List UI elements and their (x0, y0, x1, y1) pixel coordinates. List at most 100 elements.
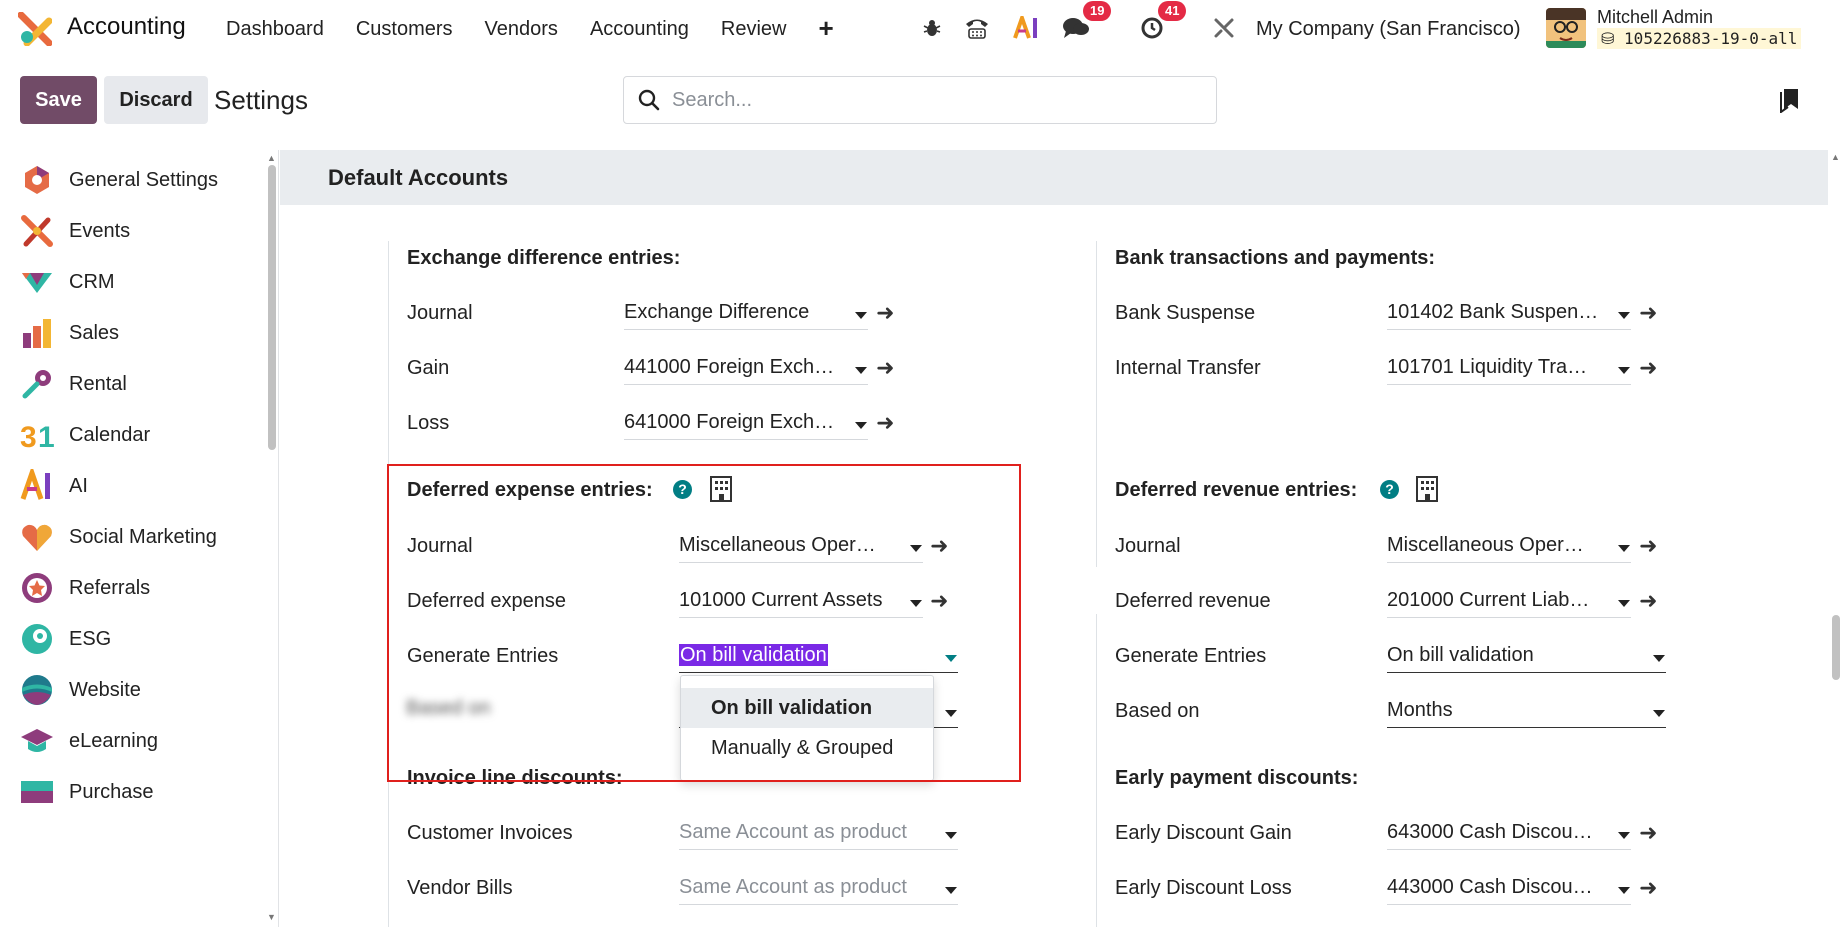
svg-text:3: 3 (20, 421, 37, 452)
user-name[interactable]: Mitchell Admin (1597, 7, 1713, 28)
sidebar-label: Events (69, 219, 131, 242)
deferred-revenue-group-title: Deferred revenue entries: (1115, 479, 1358, 501)
bank-suspense-dropdown-icon[interactable] (1618, 312, 1630, 319)
page-title: Settings (214, 85, 308, 115)
search-bar[interactable] (623, 76, 1217, 124)
ai-icon (20, 469, 50, 500)
deferred-revenue-journal-link-icon[interactable]: ➜ (1639, 533, 1657, 559)
internal-transfer-dropdown-icon[interactable] (1618, 367, 1630, 374)
sidebar-item-events[interactable]: Events (0, 211, 265, 251)
exchange-journal-dropdown-icon[interactable] (855, 312, 867, 319)
database-icon: ⛁ (1601, 29, 1625, 48)
deferred-revenue-journal-field[interactable]: Miscellaneous Oper… (1387, 531, 1631, 563)
exchange-loss-field[interactable]: 641000 Foreign Exch… (624, 408, 868, 440)
content-scrollbar[interactable] (1832, 615, 1840, 680)
exchange-gain-field[interactable]: 441000 Foreign Exch… (624, 353, 868, 385)
vendor-bills-field[interactable]: Same Account as product (679, 873, 958, 905)
deferred-revenue-account-link-icon[interactable]: ➜ (1639, 588, 1657, 614)
search-input[interactable] (672, 88, 1172, 112)
menu-review[interactable]: Review (721, 18, 787, 44)
help-icon[interactable]: ? (1380, 480, 1399, 499)
sidebar-item-elearning[interactable]: eLearning (0, 721, 265, 761)
sidebar-item-crm[interactable]: CRM (0, 262, 265, 302)
exchange-group-title: Exchange difference entries: (407, 247, 681, 269)
menu-accounting[interactable]: Accounting (590, 18, 689, 44)
exchange-gain-label: Gain (407, 357, 450, 379)
bank-suspense-link-icon[interactable]: ➜ (1639, 300, 1657, 326)
database-label: 105226883-19-0-all (1624, 29, 1798, 48)
deferred-revenue-generate-select[interactable]: On bill validation (1387, 641, 1666, 673)
sidebar-label: General Settings (69, 168, 218, 191)
phone-icon[interactable] (959, 10, 995, 46)
customer-invoices-dropdown-icon[interactable] (945, 832, 957, 839)
database-name: ⛁ 105226883-19-0-all (1597, 28, 1802, 49)
early-discount-gain-link-icon[interactable]: ➜ (1639, 820, 1657, 846)
exchange-gain-link-icon[interactable]: ➜ (876, 355, 894, 381)
early-discount-loss-dropdown-icon[interactable] (1618, 887, 1630, 894)
group-divider (1096, 614, 1097, 927)
sidebar-scroll-up-icon[interactable]: ▲ (267, 153, 276, 163)
debug-bug-icon[interactable] (914, 10, 950, 46)
sidebar-item-sales[interactable]: Sales (0, 313, 265, 353)
bookmark-icon[interactable] (1779, 87, 1801, 113)
user-avatar[interactable] (1546, 8, 1586, 48)
sidebar-item-social-marketing[interactable]: Social Marketing (0, 517, 265, 557)
customer-invoices-field[interactable]: Same Account as product (679, 818, 958, 850)
settings-sidebar: General Settings Events CRM Sales Rental… (0, 150, 279, 927)
sidebar-label: AI (69, 474, 88, 497)
bank-suspense-field[interactable]: 101402 Bank Suspen… (1387, 298, 1631, 330)
internal-transfer-field[interactable]: 101701 Liquidity Tra… (1387, 353, 1631, 385)
sidebar-item-esg[interactable]: ESG (0, 619, 265, 659)
vendor-bills-label: Vendor Bills (407, 877, 513, 899)
sidebar-scrollbar[interactable] (268, 165, 276, 450)
exchange-loss-link-icon[interactable]: ➜ (876, 410, 894, 436)
menu-dashboard[interactable]: Dashboard (226, 18, 324, 44)
exchange-loss-dropdown-icon[interactable] (855, 422, 867, 429)
settings-tools-icon[interactable] (1206, 10, 1242, 46)
early-discount-loss-label: Early Discount Loss (1115, 877, 1292, 899)
rental-icon (22, 370, 51, 399)
menu-customers[interactable]: Customers (356, 18, 453, 44)
sidebar-label: Social Marketing (69, 525, 217, 548)
field-value: 101402 Bank Suspen… (1387, 301, 1599, 323)
annotation-highlight-box (387, 464, 1021, 782)
internal-transfer-link-icon[interactable]: ➜ (1639, 355, 1657, 381)
sidebar-item-purchase[interactable]: Purchase (0, 772, 265, 812)
sidebar-item-rental[interactable]: Rental (0, 364, 265, 404)
deferred-revenue-based-on-select[interactable]: Months (1387, 696, 1666, 728)
company-switcher[interactable]: My Company (San Francisco) (1256, 18, 1521, 41)
deferred-revenue-account-dropdown-icon[interactable] (1618, 600, 1630, 607)
sidebar-scroll-down-icon[interactable]: ▼ (267, 912, 276, 922)
menu-vendors[interactable]: Vendors (485, 18, 558, 44)
save-button[interactable]: Save (20, 76, 97, 124)
discard-button[interactable]: Discard (104, 76, 208, 124)
menu-plus-icon[interactable]: + (818, 13, 833, 44)
deferred-revenue-generate-dropdown-icon[interactable] (1653, 655, 1665, 662)
sidebar-item-general-settings[interactable]: General Settings (0, 160, 265, 200)
sidebar-item-website[interactable]: Website (0, 670, 265, 710)
deferred-revenue-account-field[interactable]: 201000 Current Liab… (1387, 586, 1631, 618)
early-discount-loss-field[interactable]: 443000 Cash Discou… (1387, 873, 1631, 905)
ai-icon[interactable] (1009, 10, 1045, 46)
vendor-bills-dropdown-icon[interactable] (945, 887, 957, 894)
elearning-icon (21, 729, 53, 752)
company-building-icon[interactable] (1415, 475, 1439, 503)
exchange-journal-label: Journal (407, 302, 473, 324)
chat-badge: 19 (1083, 1, 1112, 21)
early-discount-loss-link-icon[interactable]: ➜ (1639, 875, 1657, 901)
content-scroll-up-icon[interactable]: ▲ (1831, 152, 1840, 162)
deferred-revenue-based-on-dropdown-icon[interactable] (1653, 710, 1665, 717)
sidebar-item-referrals[interactable]: Referrals (0, 568, 265, 608)
exchange-gain-dropdown-icon[interactable] (855, 367, 867, 374)
sidebar-item-calendar[interactable]: 31 Calendar (0, 415, 265, 455)
deferred-revenue-journal-dropdown-icon[interactable] (1618, 545, 1630, 552)
deferred-revenue-based-on-label: Based on (1115, 700, 1200, 722)
accounting-app-icon[interactable] (18, 12, 52, 46)
exchange-journal-field[interactable]: Exchange Difference (624, 298, 868, 330)
app-name[interactable]: Accounting (67, 13, 186, 41)
field-value: 441000 Foreign Exch… (624, 356, 835, 378)
early-discount-gain-dropdown-icon[interactable] (1618, 832, 1630, 839)
sidebar-item-ai[interactable]: AI (0, 466, 265, 506)
early-discount-gain-field[interactable]: 643000 Cash Discou… (1387, 818, 1631, 850)
exchange-journal-link-icon[interactable]: ➜ (876, 300, 894, 326)
